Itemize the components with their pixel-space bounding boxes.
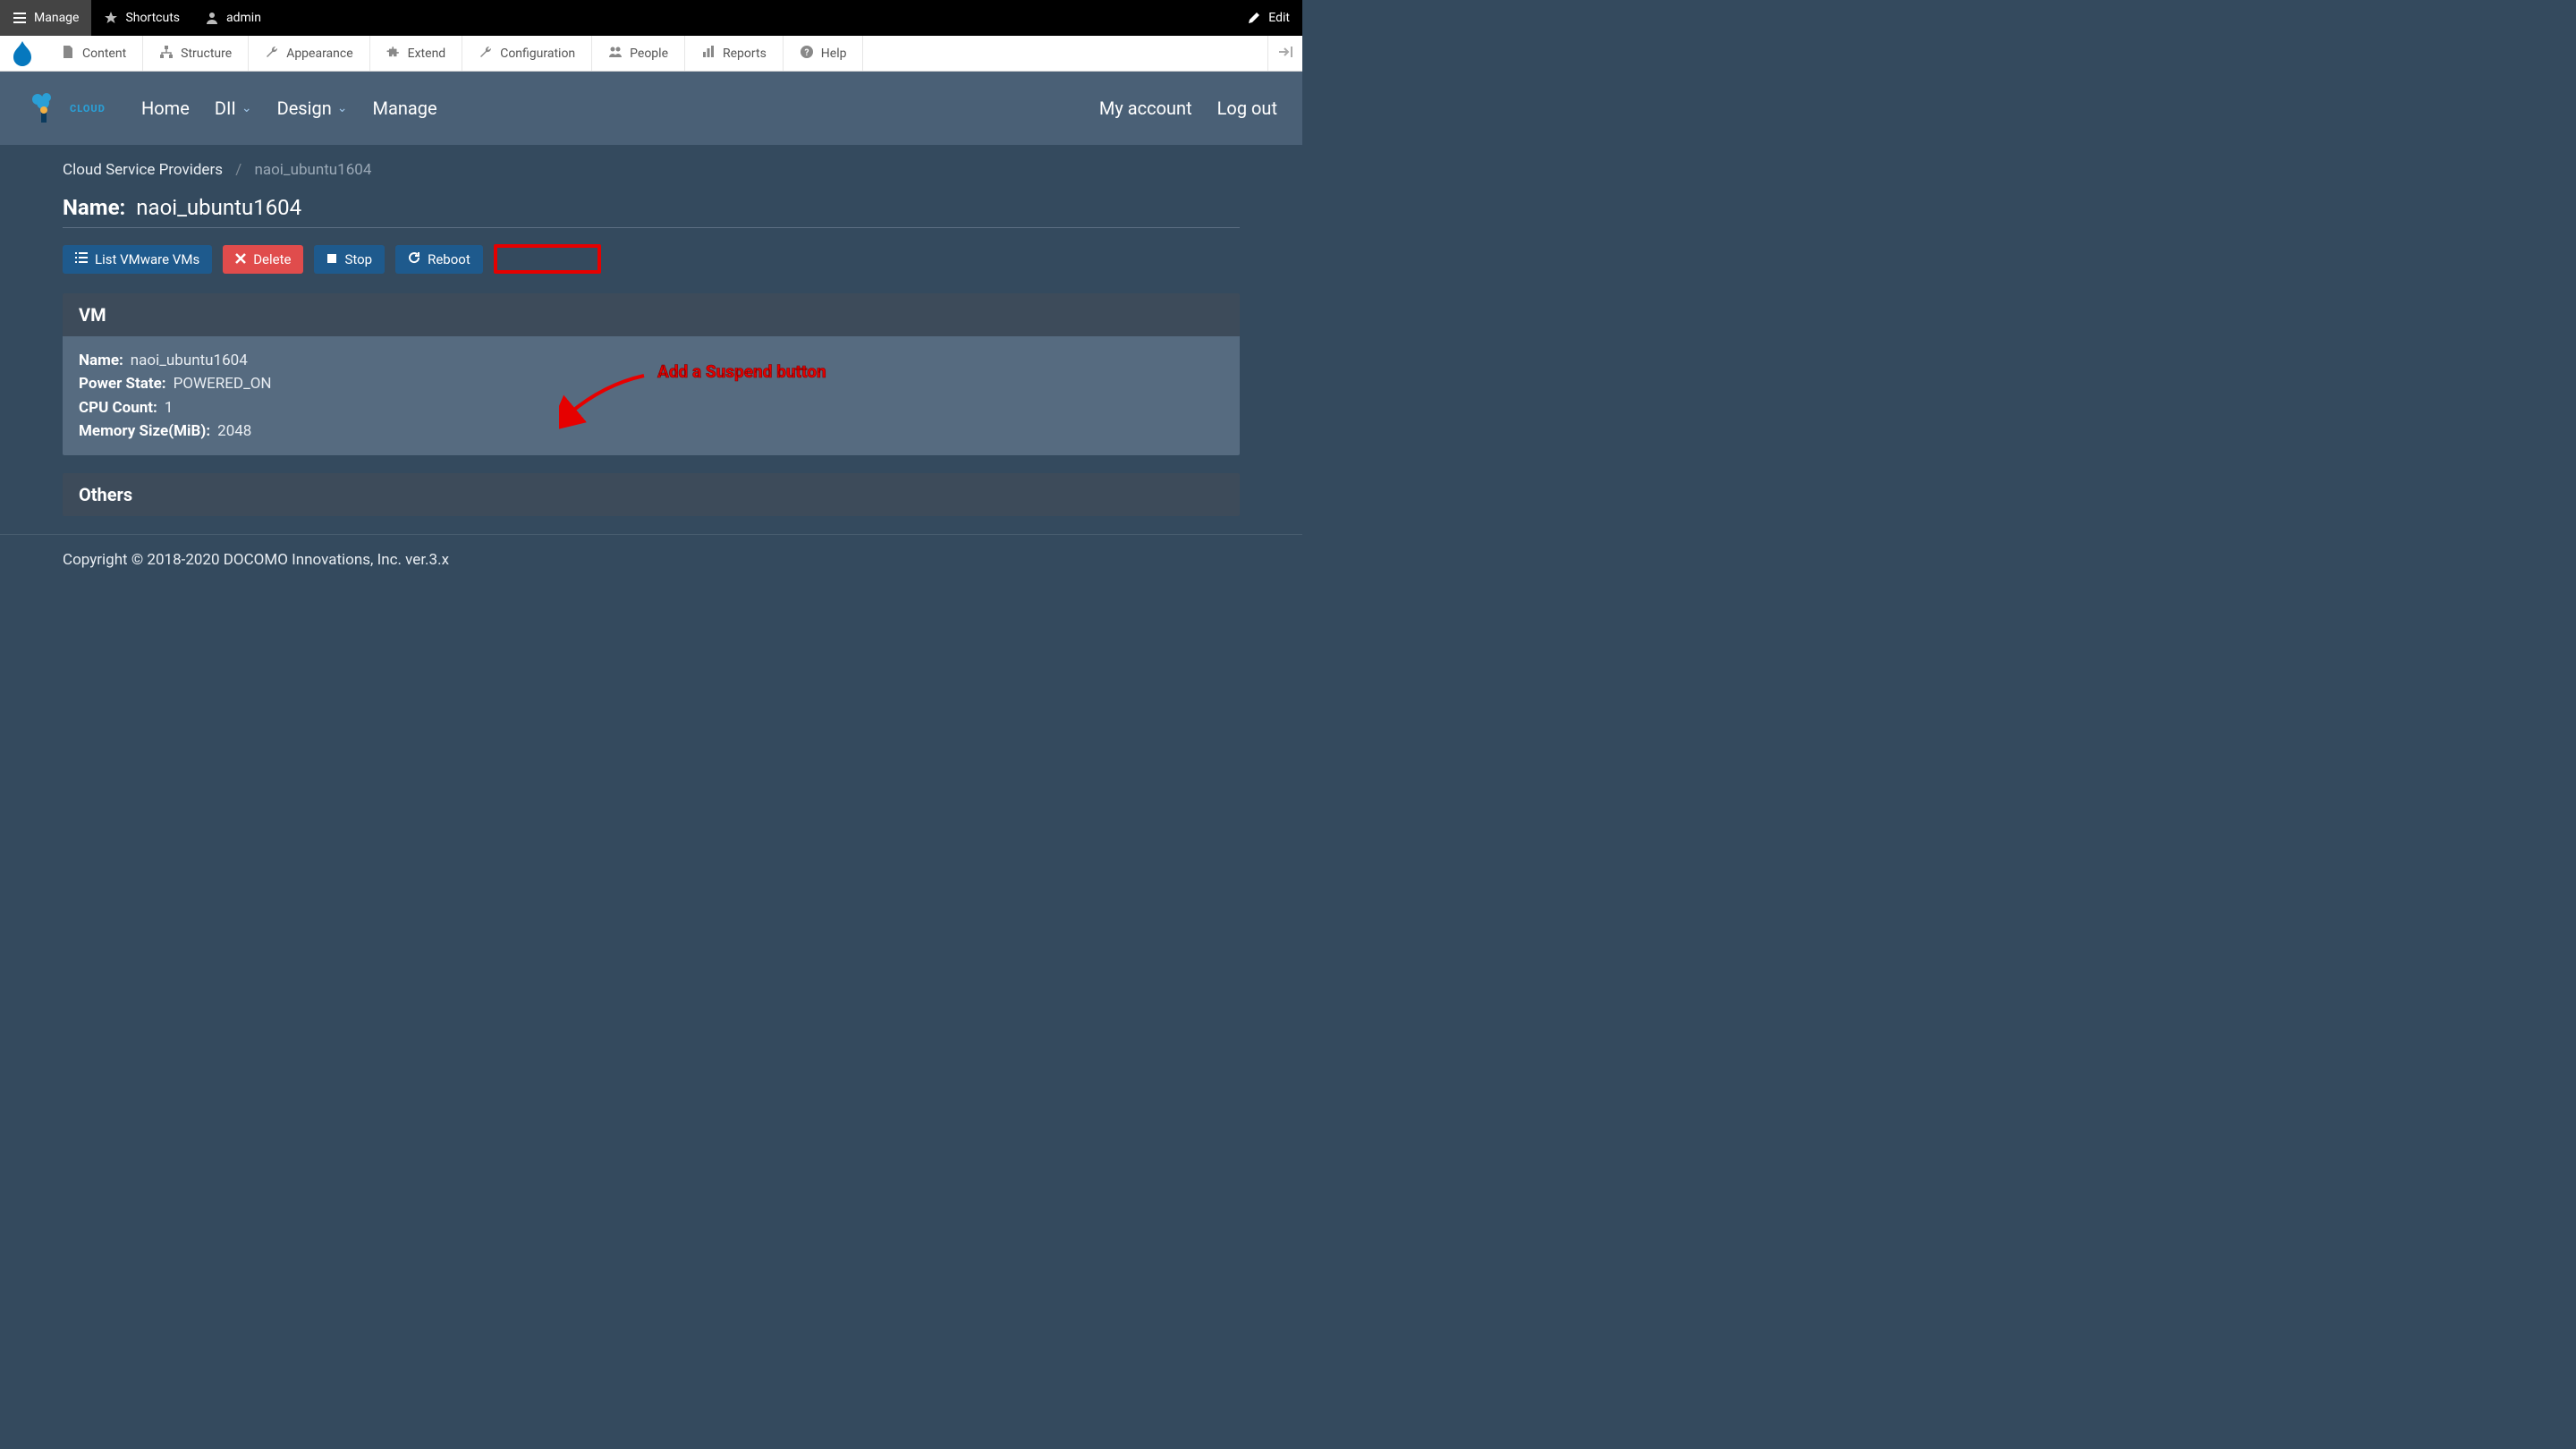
wrench-icon (479, 45, 493, 63)
list-icon (75, 251, 88, 267)
action-buttons: List VMware VMs Delete Stop Reboot (63, 244, 1240, 274)
user-icon (205, 11, 219, 25)
admin-menu-structure[interactable]: Structure (143, 36, 249, 71)
vm-row-cpu-count: CPU Count:1 (79, 396, 1224, 419)
shortcuts-label: Shortcuts (125, 11, 180, 25)
drupal-logo-icon[interactable] (0, 36, 45, 72)
nav-manage[interactable]: Manage (373, 97, 437, 119)
help-icon: ? (800, 45, 814, 63)
breadcrumb: Cloud Service Providers / naoi_ubuntu160… (63, 161, 1240, 179)
breadcrumb-separator: / (235, 161, 242, 179)
manage-label: Manage (34, 11, 79, 25)
vm-panel: VM Name:naoi_ubuntu1604 Power State:POWE… (63, 293, 1240, 455)
label: Appearance (286, 47, 352, 61)
edit-menu[interactable]: Edit (1234, 0, 1302, 36)
label: Reports (723, 47, 767, 61)
main-content: Cloud Service Providers / naoi_ubuntu160… (0, 145, 1302, 516)
bar-chart-icon (701, 45, 716, 63)
chevron-down-icon: ⌄ (242, 101, 252, 115)
manage-menu[interactable]: Manage (0, 0, 91, 36)
label: Help (821, 47, 847, 61)
admin-menu-appearance[interactable]: Appearance (249, 36, 369, 71)
site-header: CLOUD Home DII⌄ Design⌄ Manage My accoun… (0, 72, 1302, 145)
label: Stop (344, 251, 372, 267)
label: List VMware VMs (95, 251, 199, 267)
hamburger-icon (13, 11, 27, 25)
admin-label: admin (226, 11, 261, 25)
label: Reboot (428, 251, 470, 267)
delete-button[interactable]: Delete (223, 245, 303, 274)
site-nav-right: My account Log out (1099, 97, 1277, 119)
label: Structure (181, 47, 232, 61)
shortcuts-menu[interactable]: Shortcuts (91, 0, 192, 36)
wrench-icon (265, 45, 279, 63)
breadcrumb-current: naoi_ubuntu1604 (254, 161, 371, 179)
site-nav: Home DII⌄ Design⌄ Manage (141, 97, 437, 119)
suspend-button-placeholder (494, 244, 601, 274)
admin-menu-configuration[interactable]: Configuration (462, 36, 592, 71)
vm-panel-header: VM (63, 293, 1240, 336)
vm-row-power-state: Power State:POWERED_ON (79, 372, 1224, 395)
label: Content (82, 47, 126, 61)
admin-menu-reports[interactable]: Reports (685, 36, 784, 71)
others-panel-header[interactable]: Others (63, 473, 1240, 516)
admin-menu-content[interactable]: Content (45, 36, 143, 71)
admin-menu-help[interactable]: ? Help (784, 36, 864, 71)
footer-copyright: Copyright © 2018-2020 DOCOMO Innovations… (63, 551, 449, 569)
reboot-button[interactable]: Reboot (395, 245, 483, 274)
vm-row-memory-size: Memory Size(MiB):2048 (79, 419, 1224, 443)
page-title: Name: naoi_ubuntu1604 (63, 195, 1240, 220)
star-icon (104, 11, 118, 25)
nav-dii[interactable]: DII⌄ (215, 97, 252, 119)
nav-my-account[interactable]: My account (1099, 97, 1192, 119)
puzzle-icon (386, 45, 401, 63)
nav-design[interactable]: Design⌄ (277, 97, 348, 119)
refresh-icon (408, 251, 420, 267)
list-vms-button[interactable]: List VMware VMs (63, 245, 212, 274)
collapse-icon (1277, 46, 1293, 62)
nav-home[interactable]: Home (141, 97, 190, 119)
structure-icon (159, 45, 174, 63)
x-icon (235, 251, 246, 267)
breadcrumb-parent[interactable]: Cloud Service Providers (63, 161, 223, 179)
others-panel: Others (63, 473, 1240, 516)
chevron-down-icon: ⌄ (337, 101, 348, 115)
label: Delete (253, 251, 291, 267)
pencil-icon (1247, 11, 1261, 25)
divider (63, 227, 1240, 228)
admin-user-menu[interactable]: admin (192, 0, 274, 36)
toolbar-collapse-button[interactable] (1267, 36, 1302, 71)
stop-icon (326, 251, 337, 267)
svg-text:?: ? (804, 48, 809, 58)
edit-label: Edit (1268, 11, 1290, 25)
vm-panel-body: Name:naoi_ubuntu1604 Power State:POWERED… (63, 336, 1240, 455)
label: Configuration (500, 47, 575, 61)
page-title-label: Name: (63, 195, 125, 220)
footer: Copyright © 2018-2020 DOCOMO Innovations… (0, 535, 1302, 585)
page-title-value: naoi_ubuntu1604 (136, 195, 301, 220)
admin-menu-extend[interactable]: Extend (370, 36, 463, 71)
logo-text: CLOUD (70, 103, 106, 114)
nav-logout[interactable]: Log out (1217, 97, 1277, 119)
label: People (630, 47, 668, 61)
file-icon (61, 45, 75, 63)
admin-menu-people[interactable]: People (592, 36, 685, 71)
stop-button[interactable]: Stop (314, 245, 385, 274)
people-icon (608, 45, 623, 63)
label: Extend (408, 47, 446, 61)
vm-row-name: Name:naoi_ubuntu1604 (79, 349, 1224, 372)
toolbar-top: Manage Shortcuts admin Edit (0, 0, 1302, 36)
site-logo[interactable]: CLOUD (25, 86, 114, 131)
toolbar-admin: Content Structure Appearance Extend Conf… (0, 36, 1302, 72)
